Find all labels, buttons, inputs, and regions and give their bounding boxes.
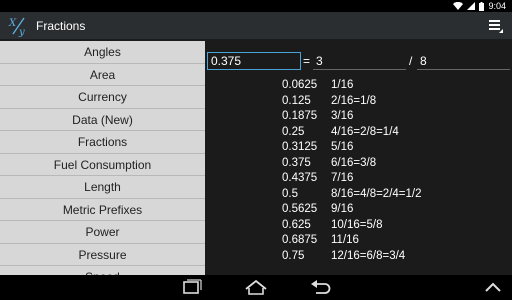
fraction-cell: 3/16 [331, 110, 354, 122]
chevron-up-icon[interactable] [480, 278, 506, 297]
fraction-cell: 1/16 [331, 79, 354, 91]
decimal-cell: 0.6875 [282, 234, 318, 246]
sidebar: Angles Area Currency Data (New) Fraction… [0, 41, 205, 275]
fraction-cell: 7/16 [331, 172, 354, 184]
decimal-cell: 0.1875 [282, 110, 318, 122]
decimal-input[interactable] [207, 52, 301, 70]
denominator-field[interactable]: 8 [417, 52, 510, 70]
fraction-cell: 6/16=3/8 [331, 156, 377, 169]
status-bar: 9:04 [0, 0, 512, 12]
status-icons: 9:04 [453, 0, 506, 12]
fraction-cell: 12/16=6/8=3/4 [331, 249, 406, 262]
decimal-cell: 0.25 [282, 125, 305, 138]
sidebar-item-metric-prefixes[interactable]: Metric Prefixes [0, 199, 205, 221]
back-icon[interactable] [307, 278, 333, 297]
decimal-cell: 0.125 [282, 94, 311, 107]
sidebar-item-speed[interactable]: Speed [0, 266, 205, 275]
numerator-field[interactable]: 3 [313, 52, 406, 70]
fraction-cell: 9/16 [331, 203, 354, 215]
fraction-calculator: = 3 / 8 [205, 51, 512, 71]
sidebar-item-length[interactable]: Length [0, 176, 205, 199]
recent-apps-icon[interactable] [178, 278, 204, 297]
overflow-menu-icon[interactable] [482, 14, 508, 38]
fraction-slash: / [409, 54, 413, 68]
decimal-cell: 0.0625 [282, 79, 318, 91]
fraction-cell: 8/16=4/8=2/4=1/2 [331, 187, 422, 200]
fraction-app-icon[interactable]: X y [8, 15, 30, 37]
navigation-bar [0, 275, 512, 300]
sidebar-item-fractions[interactable]: Fractions [0, 131, 205, 154]
app-title: Fractions [36, 19, 86, 33]
battery-icon [479, 1, 485, 11]
fraction-cell: 11/16 [331, 234, 359, 246]
fraction-cell: 5/16 [331, 141, 354, 153]
wifi-icon [453, 2, 464, 10]
sidebar-item-power[interactable]: Power [0, 221, 205, 244]
home-icon[interactable] [243, 278, 269, 297]
decimal-cell: 0.3125 [282, 141, 318, 153]
svg-text:X: X [8, 18, 17, 29]
sidebar-item-currency[interactable]: Currency [0, 86, 205, 109]
fraction-cell: 10/16=5/8 [331, 218, 383, 231]
decimal-cell: 0.4375 [282, 172, 318, 184]
decimal-cell: 0.625 [282, 218, 311, 231]
status-time: 9:04 [488, 1, 506, 11]
decimal-cell: 0.5 [282, 187, 298, 200]
fractions-panel: = 3 / 8 0.0625 1/16 0.125 2/16=1/8 0.1875 3… [205, 41, 512, 275]
decimal-cell: 0.375 [282, 156, 311, 169]
sidebar-item-pressure[interactable]: Pressure [0, 244, 205, 266]
sidebar-item-data-new[interactable]: Data (New) [0, 109, 205, 131]
decimal-cell: 0.5625 [282, 203, 318, 215]
signal-icon [467, 2, 476, 10]
fraction-cell: 2/16=1/8 [331, 94, 377, 107]
sidebar-item-area[interactable]: Area [0, 64, 205, 86]
equals-sign: = [303, 54, 311, 68]
decimal-cell: 0.75 [282, 249, 305, 262]
fraction-cell: 4/16=2/8=1/4 [331, 125, 399, 138]
sidebar-item-angles[interactable]: Angles [0, 41, 205, 64]
svg-text:y: y [18, 27, 25, 37]
sidebar-item-fuel-consumption[interactable]: Fuel Consumption [0, 154, 205, 176]
action-bar: X y Fractions [0, 12, 512, 41]
